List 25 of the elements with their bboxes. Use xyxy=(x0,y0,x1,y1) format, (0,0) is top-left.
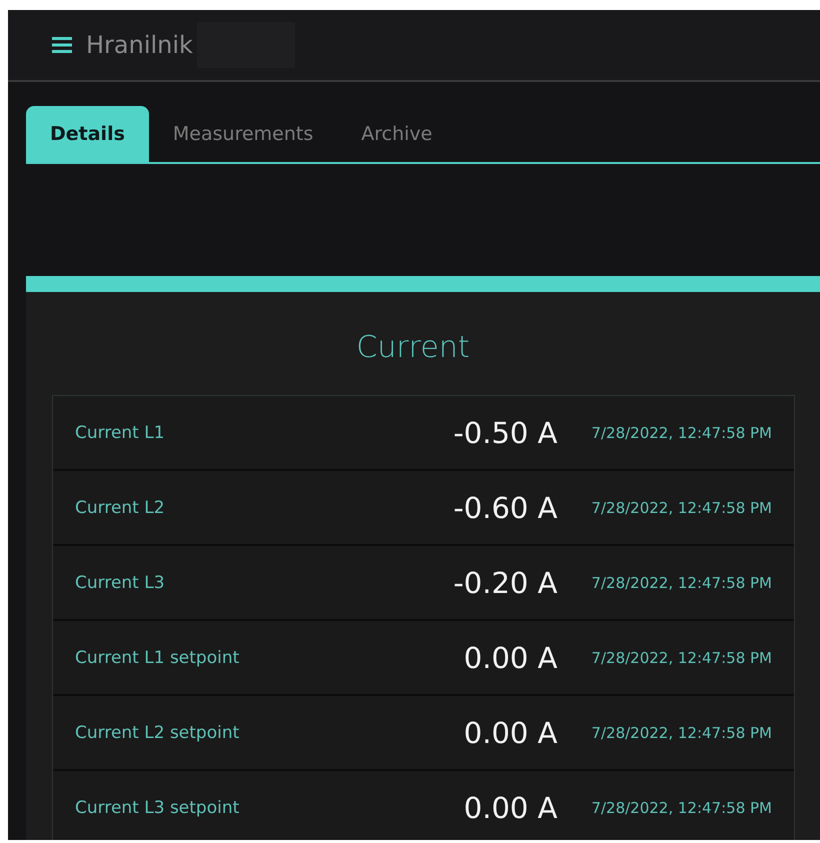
measurement-name: Current L1 xyxy=(75,422,166,442)
measurement-value: -0.50 A xyxy=(453,416,558,450)
section-title: Current xyxy=(356,330,470,365)
measurement-name: Current L3 setpoint xyxy=(75,798,240,818)
app-title: Hranilnik xyxy=(86,31,193,59)
measurement-name: Current L3 xyxy=(75,572,166,592)
tab[interactable]: Measurements xyxy=(148,106,338,162)
tab[interactable]: Details xyxy=(26,106,149,162)
measurement-name: Current L2 setpoint xyxy=(75,722,240,742)
measurement-timestamp: 7/28/2022, 12:47:58 PM xyxy=(591,498,772,516)
measurement-value: -0.60 A xyxy=(453,490,558,524)
menu-icon xyxy=(52,37,72,53)
tab[interactable]: Archive xyxy=(337,106,456,162)
measurement-value: 0.00 A xyxy=(464,640,558,674)
measurement-timestamp: 7/28/2022, 12:47:58 PM xyxy=(591,798,772,816)
measurement-timestamp: 7/28/2022, 12:47:58 PM xyxy=(591,424,772,442)
measurement-timestamp: 7/28/2022, 12:47:58 PM xyxy=(591,574,772,592)
measurement-timestamp: 7/28/2022, 12:47:58 PM xyxy=(591,648,772,666)
measurement-value: 0.00 A xyxy=(464,716,558,750)
measurement-value: -0.20 A xyxy=(453,566,558,600)
measurement-name: Current L2 xyxy=(75,498,166,518)
measurement-value: 0.00 A xyxy=(464,790,558,824)
menu-button[interactable] xyxy=(52,37,72,53)
measurement-name: Current L1 setpoint xyxy=(75,648,240,668)
measurement-timestamp: 7/28/2022, 12:47:58 PM xyxy=(591,724,772,742)
